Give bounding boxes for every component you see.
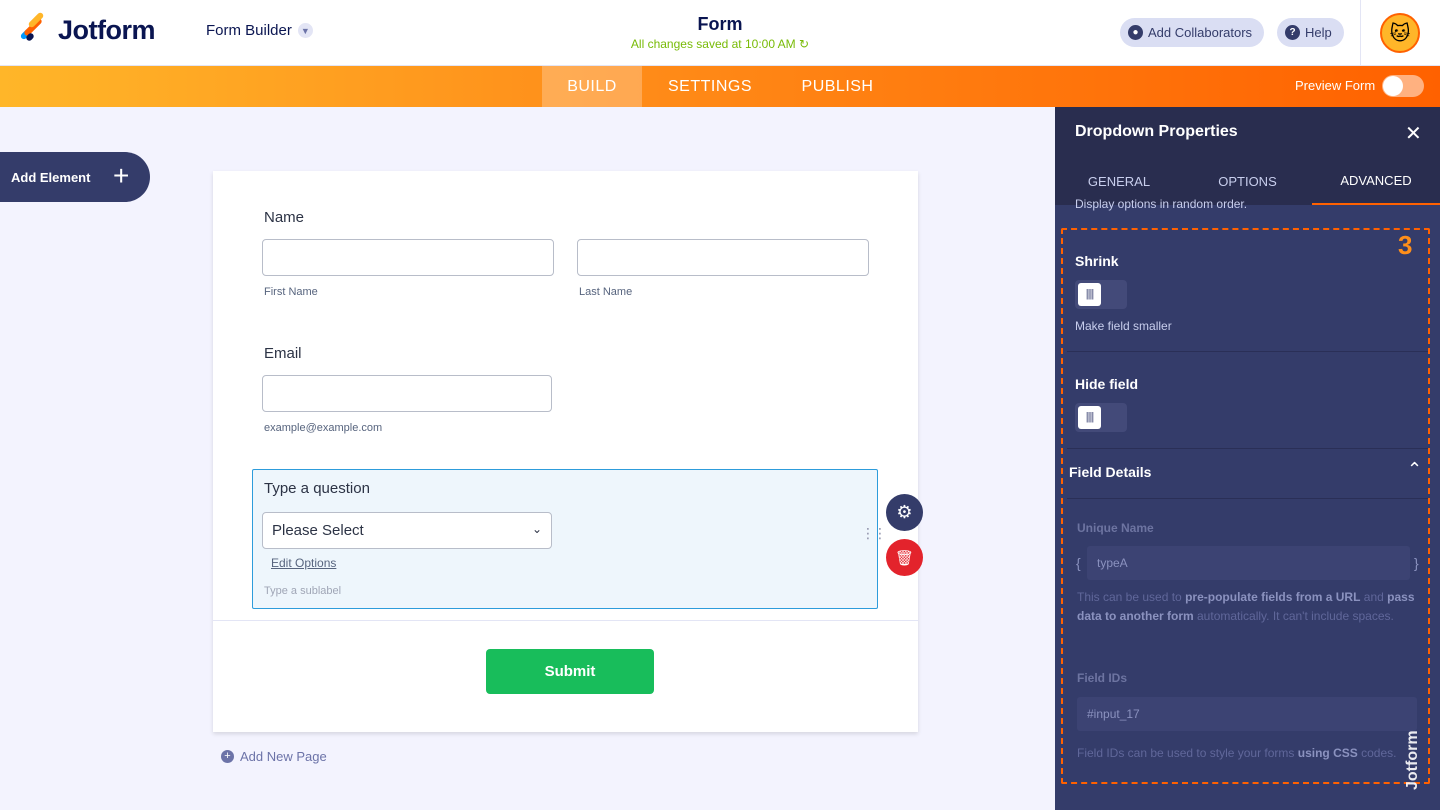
field-ids-input[interactable]: #input_17 (1077, 697, 1417, 731)
first-name-sublabel: First Name (264, 286, 318, 298)
email-input[interactable] (262, 375, 552, 412)
toggle-knob: |||| (1078, 283, 1101, 306)
jotform-logo[interactable]: Jotform (18, 11, 156, 46)
help-text: Field IDs can be used to style your form… (1077, 746, 1298, 760)
unique-name-label: Unique Name (1077, 521, 1154, 535)
dropdown-select[interactable]: Please Select ⌄ (262, 512, 552, 549)
user-icon: ● (1128, 25, 1143, 40)
chevron-down-icon: ⌄ (531, 522, 542, 536)
field-ids-help: Field IDs can be used to style your form… (1077, 744, 1397, 763)
add-element-button[interactable]: Add Element + (0, 152, 150, 202)
toggle-knob: |||| (1078, 406, 1101, 429)
builder-nav: BUILD SETTINGS PUBLISH Preview Form (0, 66, 1440, 107)
unique-name-value: typeA (1097, 556, 1128, 570)
form-builder-menu[interactable]: Form Builder ▼ (206, 22, 313, 39)
properties-panel: Dropdown Properties ✕ GENERAL OPTIONS AD… (1055, 107, 1440, 810)
edit-options-link[interactable]: Edit Options (271, 556, 336, 570)
field-ids-value: #input_17 (1087, 707, 1140, 721)
brand-name: Jotform (58, 14, 156, 45)
dropdown-value: Please Select (272, 522, 364, 539)
open-brace: { (1076, 555, 1081, 571)
tab-settings[interactable]: SETTINGS (651, 66, 769, 107)
submit-button[interactable]: Submit (486, 649, 654, 694)
form-builder-label: Form Builder (206, 22, 292, 39)
unique-name-help: This can be used to pre-populate fields … (1077, 588, 1417, 626)
help-text: automatically. It can't include spaces. (1193, 609, 1394, 623)
field-details-header[interactable]: Field Details (1069, 464, 1151, 480)
top-bar: Jotform Form Builder ▼ Form All changes … (0, 0, 1440, 66)
form-card: Name First Name Last Name Email example@… (213, 171, 918, 732)
email-sublabel: example@example.com (264, 422, 383, 434)
tab-publish[interactable]: PUBLISH (785, 66, 890, 107)
close-icon[interactable]: ✕ (1405, 121, 1422, 146)
field-ids-label: Field IDs (1077, 671, 1128, 685)
plus-circle-icon: + (221, 750, 234, 763)
last-name-sublabel: Last Name (579, 286, 633, 298)
help-button[interactable]: ? Help (1277, 18, 1344, 47)
plus-icon: + (113, 160, 130, 191)
hide-field-toggle[interactable]: |||| (1075, 403, 1127, 432)
drag-handle-icon[interactable]: ⋮⋮ (861, 526, 887, 540)
divider (1067, 498, 1428, 499)
tab-advanced[interactable]: ADVANCED (1312, 158, 1440, 205)
panel-title: Dropdown Properties (1075, 123, 1238, 140)
help-label: Help (1305, 25, 1332, 40)
add-new-page-button[interactable]: + Add New Page (221, 749, 327, 764)
help-text: This can be used to (1077, 590, 1186, 604)
help-text-bold: using CSS (1297, 746, 1358, 760)
help-text: codes. (1357, 746, 1397, 760)
refresh-icon: ↻ (799, 37, 810, 51)
dropdown-question[interactable]: Type a question Please Select ⌄ Edit Opt… (252, 469, 887, 609)
last-name-input[interactable] (577, 239, 869, 276)
email-label: Email (264, 345, 302, 362)
hide-field-label: Hide field (1075, 376, 1139, 392)
question-icon: ? (1285, 25, 1300, 40)
divider (1067, 448, 1428, 449)
add-collaborators-button[interactable]: ● Add Collaborators (1120, 18, 1265, 47)
shuffle-description: Display options in random order. (1075, 197, 1248, 211)
jotform-logo-icon (18, 11, 48, 46)
highlight-number: 3 (1398, 230, 1413, 260)
help-text: and (1360, 590, 1388, 604)
unique-name-input[interactable]: typeA (1087, 546, 1410, 580)
shrink-toggle[interactable]: |||| (1075, 280, 1127, 309)
name-label: Name (264, 209, 305, 226)
chevron-down-icon: ▼ (297, 23, 313, 38)
panel-header: Dropdown Properties ✕ (1055, 107, 1440, 158)
jotform-watermark: Jotform (1404, 730, 1421, 790)
shrink-label: Shrink (1075, 253, 1119, 269)
shrink-description: Make field smaller (1075, 319, 1172, 333)
help-text-bold: pre-populate fields from a URL (1185, 590, 1361, 604)
add-new-page-label: Add New Page (240, 749, 327, 764)
first-name-input[interactable] (262, 239, 554, 276)
tab-build[interactable]: BUILD (542, 66, 642, 107)
page-divider (213, 620, 918, 621)
divider (1360, 0, 1361, 66)
question-label[interactable]: Type a question (264, 480, 370, 497)
avatar[interactable]: 🐱 (1380, 13, 1420, 53)
save-status-text: All changes saved at 10:00 AM (630, 37, 796, 51)
close-brace: } (1414, 555, 1419, 571)
chevron-up-icon[interactable]: ⌃ (1407, 459, 1422, 480)
add-element-label: Add Element (11, 169, 91, 185)
divider (1067, 351, 1428, 352)
gear-icon[interactable]: ⚙ (886, 494, 923, 531)
add-collaborators-label: Add Collaborators (1148, 25, 1253, 40)
preview-form-label: Preview Form (1295, 78, 1376, 93)
sublabel-input[interactable]: Type a sublabel (264, 585, 341, 597)
trash-icon[interactable]: 🗑 (886, 539, 923, 576)
preview-form-toggle[interactable] (1382, 75, 1424, 97)
